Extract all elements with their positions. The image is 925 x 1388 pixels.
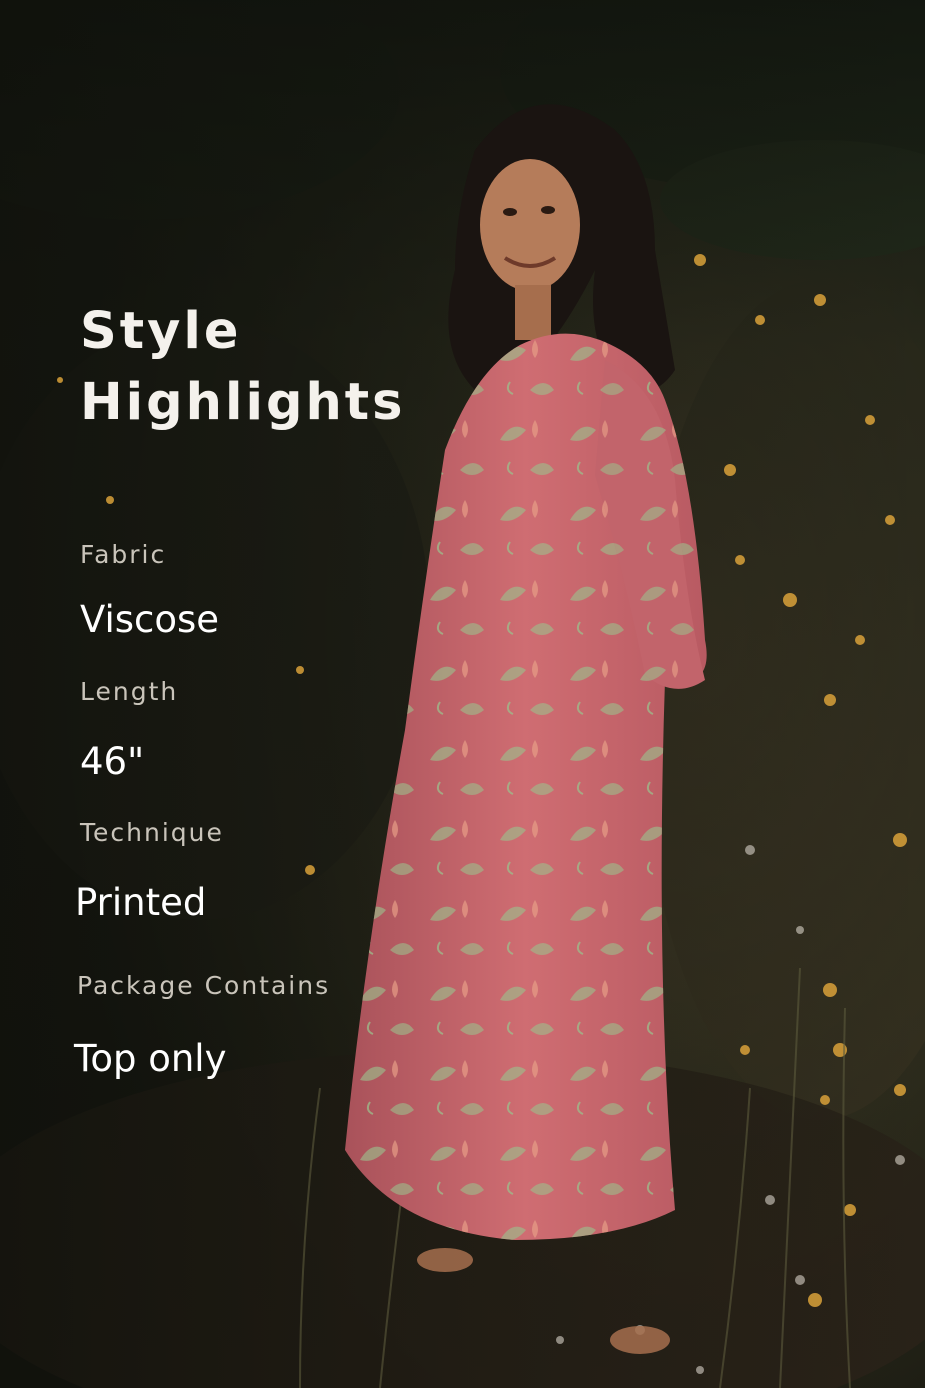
product-highlight-card: Style Highlights Fabric Viscose Length 4… (0, 0, 925, 1388)
length-label: Length (80, 677, 179, 706)
title-line-1: Style (80, 302, 242, 361)
title-line-2: Highlights (80, 373, 406, 432)
package-value: Top only (74, 1037, 227, 1080)
technique-value: Printed (75, 881, 207, 924)
length-value: 46" (80, 740, 145, 783)
section-title: Style Highlights (80, 296, 406, 438)
package-label: Package Contains (77, 971, 331, 1000)
fabric-value: Viscose (80, 598, 220, 641)
fabric-label: Fabric (80, 540, 167, 569)
technique-label: Technique (80, 818, 224, 847)
